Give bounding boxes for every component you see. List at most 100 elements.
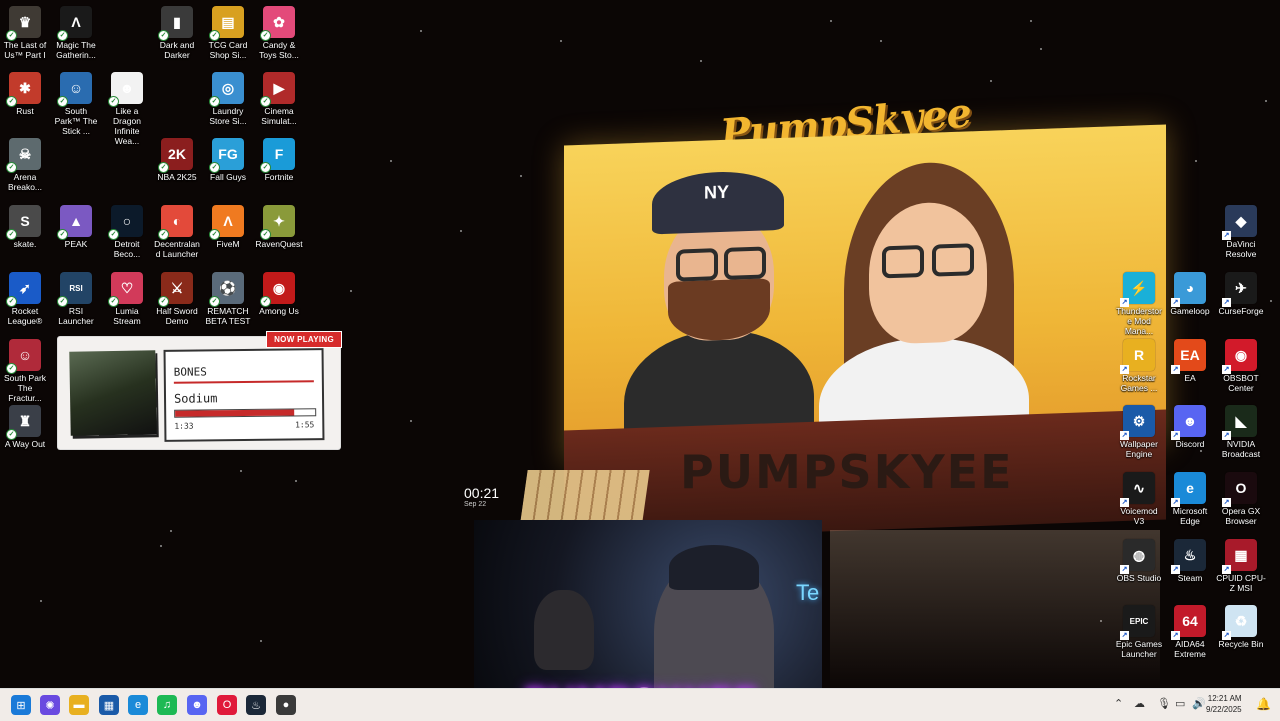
system-date: 9/22/2025 [1206,705,1242,714]
desktop-icon-arena[interactable]: ☠ ✓ Arena Breako... [0,132,50,192]
laundry-icon: ◎ ✓ [209,72,244,107]
desktop-icon-southpark[interactable]: ☺ ✓ South Park™ The Stick ... [51,66,101,136]
file-explorer-icon[interactable]: ▬ [69,695,89,715]
desktop-icon-dark[interactable]: ▮ ✓ Dark and Darker [152,0,202,60]
arena-icon: ☠ ✓ [6,138,41,173]
desktop-icon-cinema[interactable]: ▶ ✓ Cinema Simulat... [254,66,304,126]
desktop-icon-discord[interactable]: ☻ ↗ Discord [1165,399,1215,449]
desktop-icon-fortnite[interactable]: F ✓ Fortnite [254,132,304,182]
desktop-icon-fallguys[interactable]: FG ✓ Fall Guys [203,132,253,182]
desktop-icon-tlou[interactable]: ♛ ✓ The Last of Us™ Part I [0,0,50,60]
detroit-icon: ○ ✓ [108,205,143,240]
desktop-icon-steam[interactable]: ♨ ↗ Steam [1165,533,1215,583]
chevron-up-icon[interactable]: ⌃ [1114,697,1123,710]
desktop-icon-magic[interactable]: Λ ✓ Magic The Gatherin... [51,0,101,60]
lumia-icon: ♡ ✓ [108,272,143,307]
discord-icon: ☻ ↗ [1171,405,1206,440]
desktop-icon-edge[interactable]: e ↗ Microsoft Edge [1165,466,1215,526]
sync-check-icon: ✓ [6,429,17,440]
desktop-icon-nvidia[interactable]: ◣ ↗ NVIDIA Broadcast [1216,399,1266,459]
desktop-icon-label: Laundry Store Si... [209,106,247,126]
desktop-icon-voicemod[interactable]: ∿ ↗ Voicemod V3 [1114,466,1164,526]
copilot-icon[interactable]: ✺ [40,695,60,715]
network-icon[interactable]: ▭ [1175,697,1185,710]
sync-check-icon: ✓ [260,229,271,240]
desktop-icon-lumia[interactable]: ♡ ✓ Lumia Stream [102,266,152,326]
desktop-icon-label: Like a Dragon Infinite Wea... [113,106,141,146]
microphone-icon[interactable]: 🎙 [1157,697,1171,710]
star [830,20,832,22]
desktop-icon-halfsword[interactable]: ⚔ ✓ Half Sword Demo [152,266,202,326]
progress-bar [174,408,317,418]
desktop-icon-label: OBS Studio [1116,573,1162,583]
windows-start-icon[interactable]: ⊞ [11,695,31,715]
tcg-icon: ▤ ✓ [209,6,244,41]
desktop-icon-aida[interactable]: 64 ↗ AIDA64 Extreme [1165,599,1215,659]
desktop-icon-obs[interactable]: ◍ ↗ OBS Studio [1114,533,1164,583]
system-clock[interactable]: 12:21 AM 9/22/2025 [1206,693,1242,715]
ea-icon: EA ↗ [1171,339,1206,374]
sync-check-icon: ✓ [57,96,68,107]
opera-gx-icon[interactable]: O [217,695,237,715]
desktop-icon-gameloop[interactable]: ◕ ↗ Gameloop [1165,266,1215,316]
star [1040,48,1042,50]
desktop-icon-label: CurseForge [1218,306,1264,316]
desktop-icon-label: Among Us [259,306,299,316]
desktop-icon-davinci[interactable]: ◆ ↗ DaVinci Resolve [1216,199,1266,259]
desktop-icon-ea[interactable]: EA ↗ EA [1165,333,1215,383]
desktop-icon-label: Candy & Toys Sto... [259,40,299,60]
desktop-icon-obsbot[interactable]: ◉ ↗ OBSBOT Center [1216,333,1266,393]
desktop-icon-nba[interactable]: 2K ✓ NBA 2K25 [152,132,202,182]
desktop-icon-laundry[interactable]: ◎ ✓ Laundry Store Si... [203,66,253,126]
notification-bell-icon[interactable]: 🔔 [1256,697,1271,711]
desktop-icon-ravenquest[interactable]: ✦ ✓ RavenQuest [254,199,304,249]
cloud-icon[interactable]: ☁ [1134,697,1145,710]
desktop-icon-detroit[interactable]: ○ ✓ Detroit Beco... [102,199,152,259]
desktop-icon-label: TCG Card Shop Si... [208,40,248,60]
steam-icon[interactable]: ♨ [246,695,266,715]
desktop-icon-peak[interactable]: ▲ ✓ PEAK [51,199,101,249]
shortcut-arrow-icon: ↗ [1222,565,1231,574]
desktop-icon-tcg[interactable]: ▤ ✓ TCG Card Shop Si... [203,0,253,60]
desktop-icon-awayout[interactable]: ♜ ✓ A Way Out [0,399,50,449]
edge-icon[interactable]: e [128,695,148,715]
desktop-icon-rsi[interactable]: RSI ✓ RSI Launcher [51,266,101,326]
shortcut-arrow-icon: ↗ [1171,498,1180,507]
sync-check-icon: ✓ [6,363,17,374]
desktop-icon-label: Wallpaper Engine [1120,439,1158,459]
desktop-icon-thunderstore[interactable]: ⚡ ↗ Thunderstore Mod Mana... [1114,266,1164,336]
desktop-icon-rockstar[interactable]: R ↗ Rockstar Games ... [1114,333,1164,393]
desktop-icon-epic[interactable]: EPIC ↗ Epic Games Launcher [1114,599,1164,659]
desktop-icon-decentraland[interactable]: ◐ ✓ Decentraland Launcher [152,199,202,259]
app-icon[interactable]: ● [276,695,296,715]
star [240,470,242,472]
store-icon[interactable]: ▦ [99,695,119,715]
shortcut-arrow-icon: ↗ [1222,498,1231,507]
desktop-icon-operagx[interactable]: O ↗ Opera GX Browser [1216,466,1266,526]
desktop-icon-curseforge[interactable]: ✈ ↗ CurseForge [1216,266,1266,316]
discord-icon[interactable]: ☻ [187,695,207,715]
shortcut-arrow-icon: ↗ [1171,365,1180,374]
desktop-icon-dragon[interactable]: ☻ ✓ Like a Dragon Infinite Wea... [102,66,152,146]
desktop-icon-candy[interactable]: ✿ ✓ Candy & Toys Sto... [254,0,304,60]
desktop-icon-rust[interactable]: ✱ ✓ Rust [0,66,50,116]
cube-decoration [520,470,650,522]
desktop-icon-recycle[interactable]: ♻ ↗ Recycle Bin [1216,599,1266,649]
star [460,230,462,232]
sync-check-icon: ✓ [57,30,68,41]
shortcut-arrow-icon: ↗ [1120,631,1129,640]
volume-icon[interactable]: 🔊 [1192,697,1206,710]
tlou-icon: ♛ ✓ [6,6,41,41]
desktop-icon-rematch[interactable]: ⚽ ✓ REMATCH BETA TEST [203,266,253,326]
desktop-icon-rocket[interactable]: ➶ ✓ Rocket League® [0,266,50,326]
star [420,30,422,32]
woman-glasses-right [932,243,974,277]
desktop-icon-southpark2[interactable]: ☺ ✓ South Park The Fractur... [0,333,50,403]
desktop-icon-label: Half Sword Demo [156,306,198,326]
desktop-icon-cpuz[interactable]: ▦ ↗ CPUID CPU-Z MSI [1216,533,1266,593]
desktop-icon-wallpaper[interactable]: ⚙ ↗ Wallpaper Engine [1114,399,1164,459]
desktop-icon-skate[interactable]: S ✓ skate. [0,199,50,249]
desktop-icon-amongus[interactable]: ◉ ✓ Among Us [254,266,304,316]
spotify-icon[interactable]: ♫ [157,695,177,715]
desktop-icon-fivem[interactable]: Λ ✓ FiveM [203,199,253,249]
